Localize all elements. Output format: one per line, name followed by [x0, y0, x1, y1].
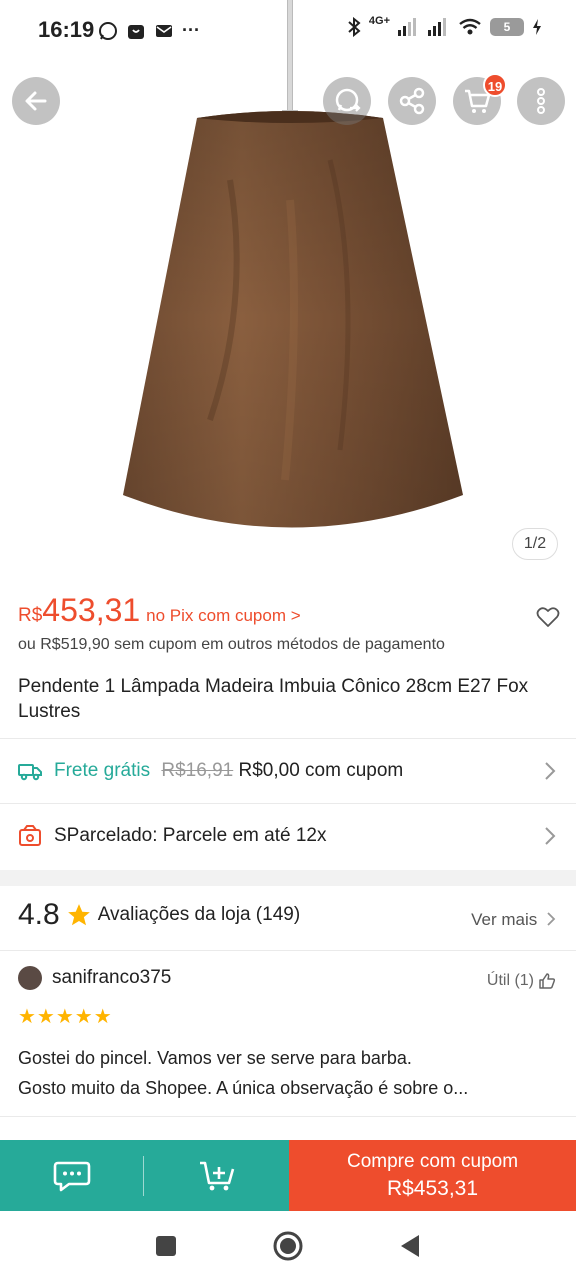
more-notifications-icon: ···: [182, 20, 200, 40]
bluetooth-icon: [348, 17, 361, 37]
pix-coupon-link[interactable]: no Pix com cupom >: [146, 606, 301, 626]
see-more-label: Ver mais: [471, 910, 538, 929]
square-icon: [156, 1235, 176, 1256]
battery-level: 5: [490, 18, 524, 36]
chat-icon: [53, 1161, 91, 1191]
avatar: [18, 966, 42, 990]
whatsapp-notification-icon: [99, 21, 117, 40]
installments-icon: [19, 825, 41, 846]
charging-icon: [533, 19, 541, 35]
reviewer-name: sanifranco375: [52, 967, 172, 988]
favorite-button[interactable]: [536, 606, 560, 633]
section-separator: [0, 870, 576, 886]
rating-score: 4.8: [18, 898, 60, 931]
reviewer-info: sanifranco375: [18, 966, 171, 990]
thumbs-up-icon: [539, 973, 556, 989]
buy-label: Compre com cupom: [346, 1150, 519, 1172]
product-image-gallery[interactable]: 19 1/2: [0, 0, 576, 580]
store-rating-label: Avaliações da loja (149): [97, 904, 301, 925]
price-value: 453,31: [42, 592, 141, 628]
helpful-label: Útil (1): [486, 972, 534, 989]
review-line: Gosto muito da Shopee. A única observaçã…: [18, 1078, 469, 1098]
price-row[interactable]: R$ 453,31 no Pix com cupom >: [18, 592, 301, 629]
wifi-icon: [459, 18, 481, 35]
signal-2-icon: [428, 18, 446, 36]
triangle-back-icon: [401, 1234, 419, 1257]
back-nav-button[interactable]: [349, 1233, 471, 1259]
chevron-right-icon: [547, 912, 556, 926]
image-counter: 1/2: [512, 528, 558, 560]
installments-label: SParcelado: Parcele em até 12x: [54, 825, 327, 846]
more-options-button[interactable]: [517, 77, 565, 125]
whatsapp-icon: [335, 88, 361, 112]
buy-with-coupon-button[interactable]: Compre com cupom R$453,31: [289, 1140, 576, 1211]
chat-button[interactable]: [0, 1140, 144, 1211]
home-circle-icon: [273, 1231, 303, 1260]
free-shipping-label: Frete grátis: [54, 760, 151, 781]
add-to-cart-icon: [199, 1161, 234, 1190]
chevron-right-icon: [545, 827, 556, 845]
separator: [143, 1156, 144, 1196]
installments-row[interactable]: SParcelado: Parcele em até 12x: [0, 804, 576, 868]
divider: [0, 950, 576, 951]
home-button[interactable]: [227, 1230, 349, 1262]
cart-count-badge: 19: [483, 73, 507, 97]
star-icon: [67, 904, 90, 926]
shipping-old-price: R$16,91: [161, 760, 234, 781]
status-bar: 16:19 ··· 4G+ 5: [0, 0, 576, 60]
buy-price: R$453,31: [386, 1176, 479, 1200]
arrow-left-icon: [25, 91, 47, 111]
store-rating: 4.8 Avaliações da loja (149): [18, 898, 300, 932]
see-more-link[interactable]: Ver mais: [471, 910, 556, 930]
helpful-button[interactable]: Útil (1): [487, 972, 556, 990]
review-line: Gostei do pincel. Vamos ver se serve par…: [18, 1048, 412, 1068]
heart-icon: [536, 607, 560, 627]
mail-notification-icon: [156, 24, 172, 37]
shipping-row[interactable]: Frete grátis R$16,91 R$0,00 com cupom: [0, 739, 576, 803]
share-icon: [399, 87, 425, 115]
truck-icon: [18, 764, 42, 781]
share-whatsapp-button[interactable]: [323, 77, 371, 125]
product-title: Pendente 1 Lâmpada Madeira Imbuia Cônico…: [18, 676, 529, 722]
share-button[interactable]: [388, 77, 436, 125]
bottom-action-bar: Compre com cupom R$453,31: [0, 1140, 576, 1211]
divider: [0, 1116, 576, 1117]
review-text: Gostei do pincel. Vamos ver se serve par…: [18, 1043, 558, 1103]
back-button[interactable]: [12, 77, 60, 125]
more-vertical-icon: [537, 88, 545, 114]
recents-button[interactable]: [105, 1235, 227, 1257]
shopee-notification-icon: [128, 24, 144, 39]
status-time: 16:19: [38, 17, 95, 42]
price-currency: R$: [18, 605, 43, 626]
signal-icon: [398, 18, 416, 36]
review-stars: ★★★★★: [18, 1006, 113, 1028]
shipping-new-price: R$0,00 com cupom: [238, 760, 404, 781]
alternative-price: ou R$519,90 sem cupom em outros métodos …: [18, 636, 445, 653]
system-nav-bar: [0, 1211, 576, 1280]
cart-button[interactable]: 19: [453, 73, 507, 125]
network-type: 4G+: [368, 15, 390, 27]
add-to-cart-button[interactable]: [144, 1140, 289, 1211]
chevron-right-icon: [545, 762, 556, 780]
